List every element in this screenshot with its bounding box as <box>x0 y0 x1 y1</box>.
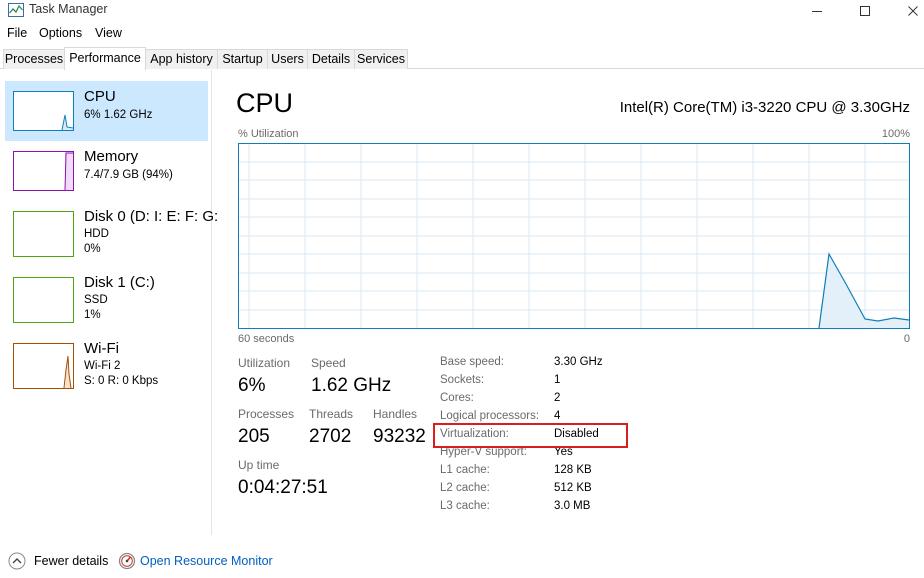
threads-label: Threads <box>309 407 354 421</box>
footer-bar: Fewer details Open Resource Monitor <box>0 540 924 578</box>
sidebar-item-label: Memory <box>84 148 139 165</box>
disk-1-thumbnail-graph <box>13 277 74 323</box>
tab-details[interactable]: Details <box>307 49 355 69</box>
graph-min-label: 0 <box>903 333 910 345</box>
spec-value-sockets: 1 <box>554 374 561 386</box>
resource-sidebar: CPU 6% 1.62 GHz Memory 7.4/7.9 GB (94%) … <box>0 70 218 535</box>
spec-label-l1-cache: L1 cache: <box>440 464 490 476</box>
sidebar-item-label: CPU <box>84 88 116 105</box>
spec-label-base-speed: Base speed: <box>440 356 504 368</box>
resource-monitor-icon[interactable] <box>118 552 136 573</box>
sidebar-item-disk-0[interactable]: Disk 0 (D: I: E: F: G: HDD 0% <box>5 201 218 261</box>
graph-y-axis-label: % Utilization <box>238 128 299 140</box>
close-button[interactable] <box>890 0 924 22</box>
tab-startup[interactable]: Startup <box>217 49 268 69</box>
handles-label: Handles <box>373 407 418 421</box>
sidebar-item-detail: 7.4/7.9 GB (94%) <box>84 169 173 181</box>
menu-options[interactable]: Options <box>39 26 82 40</box>
sidebar-item-detail-2: 1% <box>84 309 101 321</box>
open-resource-monitor-link[interactable]: Open Resource Monitor <box>140 554 273 568</box>
utilization-label: Utilization <box>238 356 291 370</box>
utilization-value: 6% <box>238 375 266 396</box>
menu-view[interactable]: View <box>95 26 122 40</box>
sidebar-item-detail-2: 0% <box>84 243 101 255</box>
spec-label-l2-cache: L2 cache: <box>440 482 490 494</box>
handles-value: 93232 <box>373 426 426 447</box>
spec-label-logical-processors: Logical processors: <box>440 410 540 422</box>
uptime-label: Up time <box>238 458 280 472</box>
menu-file[interactable]: File <box>7 26 27 40</box>
sidebar-item-detail-2: S: 0 R: 0 Kbps <box>84 375 159 387</box>
sidebar-item-label: Disk 0 (D: I: E: F: G: <box>84 208 219 225</box>
sidebar-item-detail: SSD <box>84 294 108 306</box>
spec-value-base-speed: 3.30 GHz <box>554 356 603 368</box>
fewer-details-button[interactable]: Fewer details <box>34 554 108 568</box>
minimize-button[interactable] <box>794 0 840 22</box>
sidebar-item-detail: 6% 1.62 GHz <box>84 109 153 121</box>
sidebar-item-disk-1[interactable]: Disk 1 (C:) SSD 1% <box>5 267 208 327</box>
sidebar-item-memory[interactable]: Memory 7.4/7.9 GB (94%) <box>5 141 208 201</box>
spec-value-cores: 2 <box>554 392 561 404</box>
sidebar-item-detail: Wi-Fi 2 <box>84 360 121 372</box>
spec-value-l1-cache: 128 KB <box>554 464 592 476</box>
graph-time-span-label: 60 seconds <box>238 333 295 345</box>
task-manager-icon <box>8 3 24 17</box>
disk-0-thumbnail-graph <box>13 211 74 257</box>
tab-services[interactable]: Services <box>354 49 408 69</box>
spec-value-l2-cache: 512 KB <box>554 482 592 494</box>
maximize-button[interactable] <box>842 0 888 22</box>
spec-label-l3-cache: L3 cache: <box>440 500 490 512</box>
processes-label: Processes <box>238 407 295 421</box>
tab-app-history[interactable]: App history <box>145 49 218 69</box>
tab-bar: Processes Performance App history Startu… <box>0 47 924 70</box>
sidebar-item-label: Wi-Fi <box>84 340 119 357</box>
window-title: Task Manager <box>29 2 108 16</box>
speed-label: Speed <box>311 356 346 370</box>
cpu-utilization-graph <box>238 143 910 329</box>
tab-processes[interactable]: Processes <box>3 49 65 69</box>
spec-label-cores: Cores: <box>440 392 474 404</box>
spec-value-l3-cache: 3.0 MB <box>554 500 591 512</box>
spec-value-logical-processors: 4 <box>554 410 561 422</box>
speed-value: 1.62 GHz <box>311 375 392 396</box>
tab-performance[interactable]: Performance <box>64 47 146 70</box>
cpu-model-name: Intel(R) Core(TM) i3-3220 CPU @ 3.30GHz <box>619 99 910 116</box>
graph-max-label: 100% <box>881 128 910 140</box>
uptime-value: 0:04:27:51 <box>238 477 328 498</box>
wifi-thumbnail-graph <box>13 343 74 389</box>
spec-label-sockets: Sockets: <box>440 374 485 386</box>
chevron-up-icon[interactable] <box>8 552 26 573</box>
tab-users[interactable]: Users <box>267 49 308 69</box>
virtualization-highlight-box <box>433 423 628 448</box>
threads-value: 2702 <box>309 426 352 447</box>
page-title: CPU <box>236 88 294 118</box>
sidebar-item-cpu[interactable]: CPU 6% 1.62 GHz <box>5 81 208 141</box>
sidebar-item-wifi[interactable]: Wi-Fi Wi-Fi 2 S: 0 R: 0 Kbps <box>5 333 208 393</box>
sidebar-item-detail: HDD <box>84 228 109 240</box>
sidebar-item-label: Disk 1 (C:) <box>84 274 155 291</box>
memory-thumbnail-graph <box>13 151 74 191</box>
title-bar: Task Manager <box>0 0 924 22</box>
processes-value: 205 <box>238 426 270 447</box>
cpu-thumbnail-graph <box>13 91 74 131</box>
